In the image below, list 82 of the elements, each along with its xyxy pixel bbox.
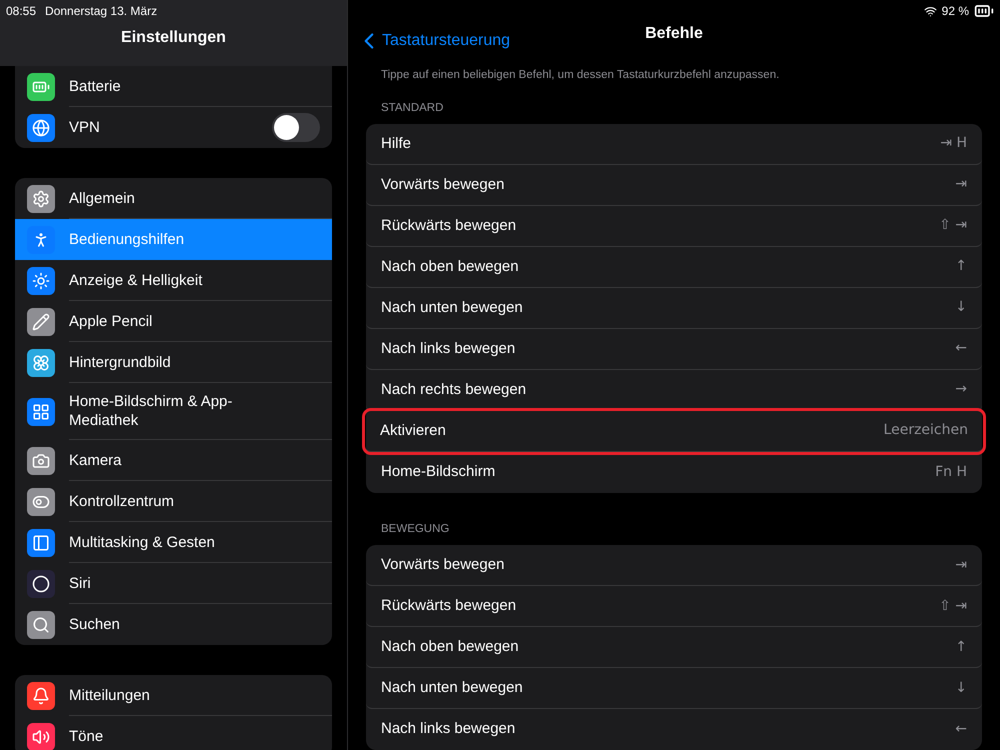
command-row[interactable]: Nach oben bewegen ↑ bbox=[366, 627, 982, 668]
command-label: Nach oben bewegen bbox=[381, 256, 519, 276]
command-label: Vorwärts bewegen bbox=[381, 174, 504, 194]
item-label: Bedienungshilfen bbox=[69, 230, 184, 250]
item-label: Suchen bbox=[69, 615, 120, 635]
command-label: Nach oben bewegen bbox=[381, 636, 519, 657]
sidebar-item[interactable]: Kontrollzentrum bbox=[15, 481, 332, 522]
shortcut-text: Leerzeichen bbox=[884, 421, 968, 440]
shortcut-text: ⇥ H bbox=[940, 134, 967, 154]
command-label: Nach links bewegen bbox=[381, 719, 516, 740]
command-label: Nach unten bewegen bbox=[381, 678, 523, 698]
command-label: Aktivieren bbox=[380, 420, 446, 440]
shortcut-text: ← bbox=[955, 720, 967, 739]
sidebar-title: Einstellungen bbox=[121, 28, 226, 48]
item-label: Hintergrundbild bbox=[69, 352, 171, 372]
shortcut-text: ↓ bbox=[955, 678, 967, 698]
item-label: Apple Pencil bbox=[69, 312, 152, 332]
item-label: Kontrollzentrum bbox=[69, 492, 174, 512]
shortcut-text: ⇥ bbox=[955, 175, 967, 194]
command-label: Rückwärts bewegen bbox=[381, 596, 516, 616]
item-label: VPN bbox=[69, 118, 100, 138]
sidebar-item[interactable]: VPN bbox=[15, 107, 332, 148]
wifi-icon bbox=[924, 4, 937, 18]
shortcut-text: ⇧ ⇥ bbox=[939, 596, 967, 616]
item-label: Siri bbox=[69, 574, 91, 594]
item-label: Kamera bbox=[69, 450, 122, 470]
sidebar-item[interactable]: Töne bbox=[15, 716, 332, 750]
command-row[interactable]: Hilfe ⇥ H bbox=[366, 124, 982, 165]
status-date: Donnerstag 13. März bbox=[45, 3, 158, 20]
shortcut-text: ↑ bbox=[955, 638, 967, 656]
command-label: Nach rechts bewegen bbox=[381, 380, 526, 400]
sidebar-item[interactable]: Apple Pencil bbox=[15, 301, 332, 342]
shortcut-text: Fn H bbox=[935, 462, 967, 482]
item-label: Mitteilungen bbox=[69, 686, 150, 706]
sidebar-item[interactable]: Hintergrundbild bbox=[15, 342, 332, 383]
command-label: Hilfe bbox=[381, 134, 412, 154]
sidebar-item[interactable]: Siri bbox=[15, 563, 332, 604]
command-label: Vorwärts bewegen bbox=[381, 554, 504, 575]
sidebar-item[interactable]: Multitasking & Gesten bbox=[15, 522, 332, 563]
command-row[interactable]: Nach oben bewegen ↑ bbox=[366, 246, 982, 288]
command-label: Home-Bildschirm bbox=[381, 462, 496, 482]
command-label: Nach unten bewegen bbox=[381, 298, 523, 318]
shortcut-text: ↑ bbox=[955, 257, 967, 276]
battery-percent: 92 % bbox=[942, 3, 969, 20]
command-row[interactable]: Nach links bewegen ← bbox=[366, 328, 982, 370]
sidebar-item[interactable]: Anzeige & Helligkeit bbox=[15, 260, 332, 301]
sidebar-item[interactable]: Kamera bbox=[15, 440, 332, 481]
command-label: Nach links bewegen bbox=[381, 338, 516, 358]
shortcut-text: ⇥ bbox=[955, 556, 967, 574]
item-label: Allgemein bbox=[69, 188, 135, 208]
item-label: Töne bbox=[69, 727, 104, 747]
command-label: Rückwärts bewegen bbox=[381, 216, 516, 236]
command-row[interactable]: Vorwärts bewegen ⇥ bbox=[366, 545, 982, 586]
command-row[interactable]: Nach rechts bewegen → bbox=[366, 370, 982, 411]
command-row[interactable]: Home-Bildschirm Fn H bbox=[366, 452, 982, 493]
back-button[interactable]: Tastatursteuerung bbox=[356, 28, 510, 54]
sidebar-item[interactable]: Bedienungshilfen bbox=[15, 219, 332, 260]
item-label: Home-Bildschirm & App-Mediathek bbox=[69, 392, 234, 431]
item-label: Anzeige & Helligkeit bbox=[69, 270, 202, 290]
shortcut-text: ⇧ ⇥ bbox=[939, 216, 967, 236]
section-header: STANDARD bbox=[380, 100, 444, 116]
command-row[interactable]: Aktivieren Leerzeichen bbox=[365, 410, 983, 452]
sidebar-item[interactable]: Mitteilungen bbox=[15, 675, 332, 716]
command-row[interactable]: Rückwärts bewegen ⇧ ⇥ bbox=[366, 586, 982, 627]
item-label: Multitasking & Gesten bbox=[69, 532, 215, 552]
command-row[interactable]: Rückwärts bewegen ⇧ ⇥ bbox=[366, 206, 982, 247]
sidebar-item[interactable]: Batterie bbox=[15, 66, 332, 107]
shortcut-text: ← bbox=[955, 339, 967, 358]
section-header: BEWEGUNG bbox=[380, 522, 450, 537]
item-label: Batterie bbox=[69, 76, 121, 96]
page-title: Befehle bbox=[645, 24, 703, 44]
command-row[interactable]: Nach unten bewegen ↓ bbox=[366, 288, 982, 329]
sidebar-item[interactable]: Home-Bildschirm & App-Mediathek bbox=[15, 383, 332, 440]
shortcut-text: → bbox=[955, 380, 967, 400]
hint-text: Tippe auf einen beliebigen Befehl, um dessen Tastaturkurzbefehl anzupassen. bbox=[380, 68, 780, 84]
command-row[interactable]: Nach unten bewegen ↓ bbox=[366, 668, 982, 709]
sidebar-item[interactable]: Suchen bbox=[15, 604, 332, 645]
command-row[interactable]: Vorwärts bewegen ⇥ bbox=[366, 164, 982, 206]
command-row[interactable]: Nach links bewegen ← bbox=[366, 709, 982, 750]
shortcut-text: ↓ bbox=[955, 298, 967, 318]
status-time: 08:55 bbox=[6, 3, 36, 20]
toggle-switch[interactable] bbox=[272, 113, 320, 142]
